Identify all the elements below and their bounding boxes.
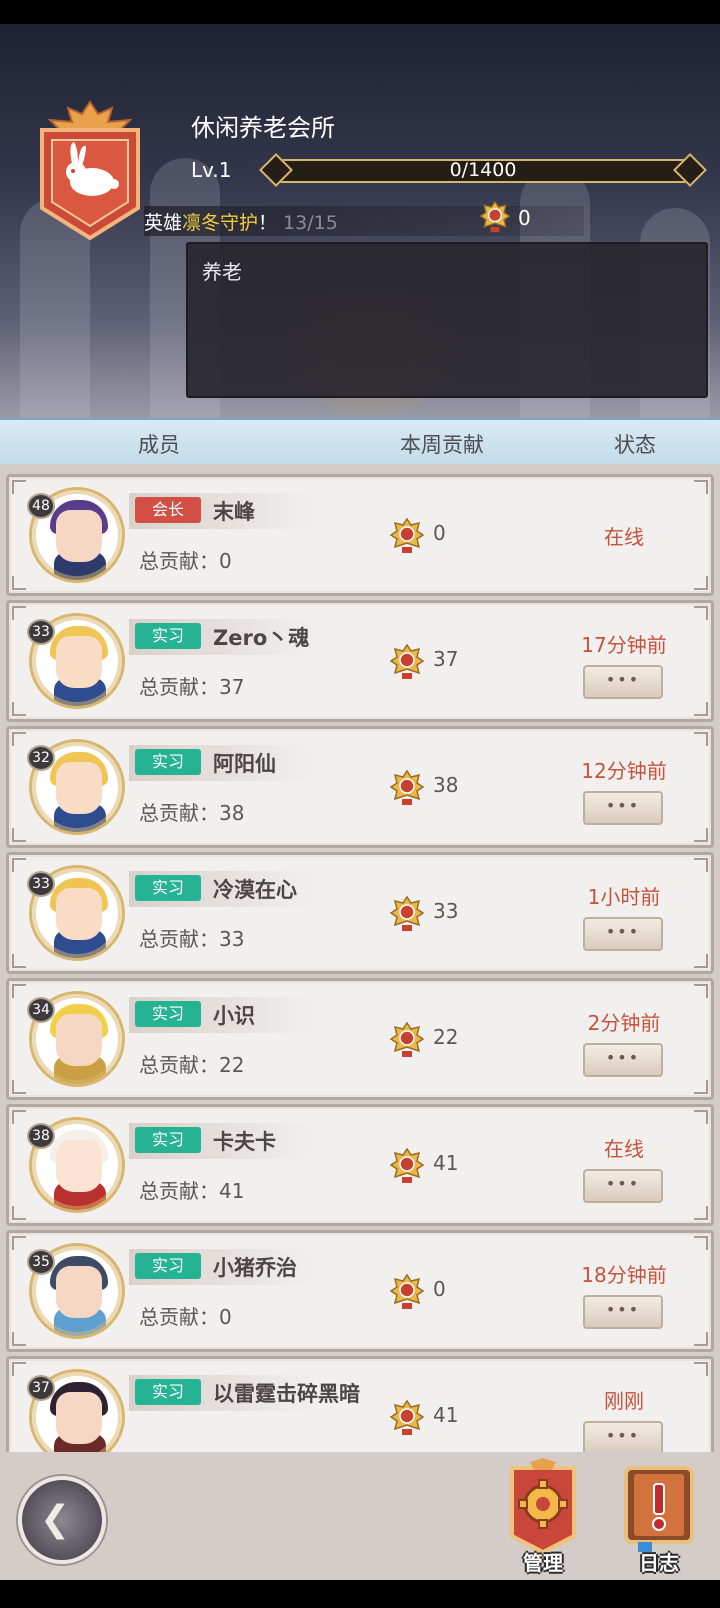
manage-label: 管理	[523, 1551, 563, 1575]
member-total-contribution: 总贡献：38	[139, 801, 245, 825]
member-weekly-contribution: 41	[433, 1403, 459, 1427]
member-total-contribution: 总贡献：41	[139, 1179, 245, 1203]
member-more-button[interactable]: •••	[583, 665, 663, 699]
xp-text: 0/1400	[449, 159, 517, 181]
member-role-badge: 实习	[135, 749, 201, 775]
member-name: 以雷霆击碎黑暗	[213, 1382, 360, 1406]
member-name: 阿阳仙	[213, 752, 276, 776]
trophy-icon	[389, 643, 425, 679]
member-level-badge: 33	[27, 619, 55, 645]
member-weekly-contribution: 38	[433, 773, 459, 797]
member-name: 小猪乔治	[213, 1256, 297, 1280]
member-weekly-contribution: 37	[433, 647, 459, 671]
book-exclamation-icon	[624, 1466, 694, 1552]
system-nav-area	[0, 1580, 720, 1608]
member-role-badge: 实习	[135, 1253, 201, 1279]
member-name: 末峰	[213, 500, 255, 524]
member-row[interactable]: 35 实习 小猪乔治 总贡献：0 0 18分钟前 •••	[6, 1230, 714, 1352]
notice-prefix: 英雄	[144, 212, 183, 234]
member-level-badge: 48	[27, 493, 55, 519]
guild-description-box: 养老	[186, 242, 708, 398]
member-row[interactable]: 32 实习 阿阳仙 总贡献：38 38 12分钟前 •••	[6, 726, 714, 848]
member-status: 在线	[604, 1137, 644, 1161]
member-role-badge: 实习	[135, 623, 201, 649]
member-status: 12分钟前	[581, 759, 667, 783]
bottom-bar: ❮ 管理 日志	[0, 1452, 720, 1580]
member-weekly-contribution: 33	[433, 899, 459, 923]
member-status: 18分钟前	[581, 1263, 667, 1287]
member-row[interactable]: 33 实习 冷漠在心 总贡献：33 33 1小时前 •••	[6, 852, 714, 974]
member-more-button[interactable]: •••	[583, 1421, 663, 1452]
member-level-badge: 34	[27, 997, 55, 1023]
member-more-button[interactable]: •••	[583, 1295, 663, 1329]
member-total-contribution: 总贡献：0	[139, 549, 232, 573]
member-total-contribution: 总贡献：22	[139, 1053, 245, 1077]
trophy-icon	[389, 517, 425, 553]
member-list[interactable]: 48 会长 末峰 总贡献：0 0 在线 33 实习 Zero丶魂 总贡献：37 …	[0, 464, 720, 1452]
guild-trophy-count: 0	[518, 206, 531, 230]
member-role-badge: 会长	[135, 497, 201, 523]
notice-suffix: ！	[258, 212, 278, 234]
member-level-badge: 38	[27, 1123, 55, 1149]
manage-button[interactable]: 管理	[500, 1458, 586, 1576]
member-name: Zero丶魂	[213, 626, 310, 650]
member-weekly-contribution: 22	[433, 1025, 459, 1049]
trophy-icon	[389, 1399, 425, 1435]
member-weekly-contribution: 0	[433, 521, 446, 545]
member-weekly-contribution: 0	[433, 1277, 446, 1301]
member-role-badge: 实习	[135, 1001, 201, 1027]
guild-emblem-icon	[40, 100, 140, 241]
member-status: 2分钟前	[587, 1011, 661, 1035]
member-role-badge: 实习	[135, 875, 201, 901]
member-status: 1小时前	[587, 885, 661, 909]
member-total-contribution: 总贡献：0	[139, 1305, 232, 1329]
member-row[interactable]: 37 实习 以雷霆击碎黑暗 41 刚刚 •••	[6, 1356, 714, 1452]
notice-count: 13/15	[283, 212, 338, 234]
member-more-button[interactable]: •••	[583, 791, 663, 825]
member-status: 刚刚	[604, 1389, 644, 1413]
member-row[interactable]: 34 实习 小识 总贡献：22 22 2分钟前 •••	[6, 978, 714, 1100]
column-weekly-contribution: 本周贡献	[400, 433, 484, 457]
gear-banner-icon	[510, 1458, 576, 1555]
member-level-badge: 37	[27, 1375, 55, 1401]
guild-description: 养老	[202, 260, 242, 284]
log-button[interactable]: 日志	[616, 1458, 702, 1576]
column-status: 状态	[614, 433, 656, 457]
trophy-icon	[389, 895, 425, 931]
notice-highlight: 凛冬守护	[182, 212, 259, 234]
guild-name: 休闲养老会所	[191, 114, 335, 142]
member-table-header: 成员 本周贡献 状态	[0, 418, 720, 464]
member-more-button[interactable]: •••	[583, 1169, 663, 1203]
member-total-contribution: 总贡献：37	[139, 675, 245, 699]
member-name: 冷漠在心	[213, 878, 297, 902]
column-member: 成员	[138, 433, 180, 457]
guild-notice: 英雄凛冬守护！ 13/15	[144, 208, 338, 235]
member-role-badge: 实习	[135, 1127, 201, 1153]
member-row[interactable]: 48 会长 末峰 总贡献：0 0 在线	[6, 474, 714, 596]
member-more-button[interactable]: •••	[583, 1043, 663, 1077]
member-name: 小识	[213, 1004, 255, 1028]
trophy-icon	[389, 1147, 425, 1183]
member-name: 卡夫卡	[213, 1130, 276, 1154]
member-role-badge: 实习	[135, 1379, 201, 1405]
member-weekly-contribution: 41	[433, 1151, 459, 1175]
member-total-contribution: 总贡献：33	[139, 927, 245, 951]
trophy-icon	[389, 769, 425, 805]
trophy-icon	[389, 1273, 425, 1309]
member-row[interactable]: 38 实习 卡夫卡 总贡献：41 41 在线 •••	[6, 1104, 714, 1226]
trophy-icon	[479, 200, 511, 233]
log-label: 日志	[639, 1551, 679, 1575]
member-more-button[interactable]: •••	[583, 917, 663, 951]
member-status: 17分钟前	[581, 633, 667, 657]
member-level-badge: 33	[27, 871, 55, 897]
guild-xp-bar: 0/1400	[259, 153, 707, 187]
guild-level: Lv.1	[191, 158, 232, 182]
member-level-badge: 35	[27, 1249, 55, 1275]
trophy-icon	[389, 1021, 425, 1057]
back-arrow-icon: ❮	[40, 1499, 71, 1540]
member-level-badge: 32	[27, 745, 55, 771]
back-button[interactable]: ❮	[18, 1476, 106, 1564]
member-status: 在线	[604, 525, 644, 549]
member-row[interactable]: 33 实习 Zero丶魂 总贡献：37 37 17分钟前 •••	[6, 600, 714, 722]
